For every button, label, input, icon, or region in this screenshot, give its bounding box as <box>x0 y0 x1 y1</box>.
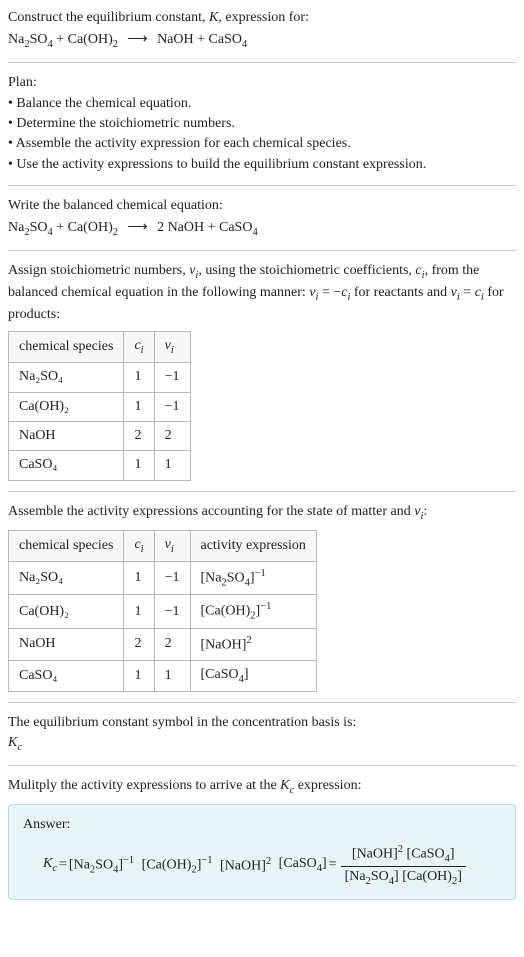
reaction-arrow-icon: ⟶ <box>121 32 153 47</box>
term-caso4: [CaSO4] <box>279 854 327 876</box>
balanced-title: Write the balanced chemical equation: <box>8 196 516 216</box>
activity-expr: [Na2SO4]−1 <box>190 561 316 595</box>
col-species: chemical species <box>9 332 124 363</box>
table-row: Na₂SO₄1−1 <box>9 363 191 392</box>
fraction-denominator: [Na2SO4] [Ca(OH)2] <box>341 867 466 889</box>
table-row: CaSO₄11 [CaSO4] <box>9 660 317 691</box>
answer-box: Answer: Kc = [Na2SO4]−1 [Ca(OH)2]−1 [NaO… <box>8 804 516 900</box>
species-na2so4: Na2SO4 <box>8 32 53 47</box>
activity-text: Assemble the activity expressions accoun… <box>8 502 516 524</box>
plan-section: Plan: • Balance the chemical equation. •… <box>8 73 516 174</box>
unbalanced-equation: Na2SO4 + Ca(OH)2 ⟶ NaOH + CaSO4 <box>8 30 516 52</box>
fraction-numerator: [NaOH]2 [CaSO4] <box>341 842 466 868</box>
activity-section: Assemble the activity expressions accoun… <box>8 502 516 692</box>
kc-symbol-section: The equilibrium constant symbol in the c… <box>8 713 516 755</box>
species-products: 2 NaOH + CaSO4 <box>157 220 258 235</box>
divider <box>8 765 516 766</box>
col-ci: ci <box>124 530 154 561</box>
term-caoh2: [Ca(OH)2]−1 <box>142 853 213 878</box>
col-activity: activity expression <box>190 530 316 561</box>
activity-expr: [CaSO4] <box>190 660 316 691</box>
plan-title: Plan: <box>8 73 516 93</box>
divider <box>8 491 516 492</box>
stoich-table: chemical species ci νi Na₂SO₄1−1 Ca(OH)₂… <box>8 331 191 480</box>
intro-line: Construct the equilibrium constant, K, e… <box>8 8 516 28</box>
reaction-arrow-icon: ⟶ <box>121 220 153 235</box>
balanced-equation: Na2SO4 + Ca(OH)2 ⟶ 2 NaOH + CaSO4 <box>8 218 516 240</box>
kc-symbol-text: The equilibrium constant symbol in the c… <box>8 713 516 733</box>
species-caoh2: + Ca(OH)2 <box>53 220 118 235</box>
table-row: NaOH22 <box>9 422 191 451</box>
species-products: NaOH + CaSO4 <box>157 32 247 47</box>
species-caoh2: + Ca(OH)2 <box>53 32 118 47</box>
table-row: Na₂SO₄1−1 [Na2SO4]−1 <box>9 561 317 595</box>
term-na2so4: [Na2SO4]−1 <box>69 853 134 878</box>
plan-bullet-3: • Assemble the activity expression for e… <box>8 134 516 154</box>
col-nui: νi <box>154 332 190 363</box>
plan-bullet-4: • Use the activity expressions to build … <box>8 155 516 175</box>
term-naoh: [NaOH]2 <box>220 854 271 877</box>
table-row: CaSO₄11 <box>9 451 191 480</box>
table-row: NaOH22 [NaOH]2 <box>9 629 317 661</box>
answer-label: Answer: <box>23 815 501 835</box>
col-species: chemical species <box>9 530 124 561</box>
table-row: Ca(OH)₂1−1 [Ca(OH)2]−1 <box>9 595 317 629</box>
intro-text-1: Construct the equilibrium constant, <box>8 10 209 25</box>
kc-lhs: Kc <box>43 854 57 876</box>
plan-bullet-1: • Balance the chemical equation. <box>8 94 516 114</box>
table-row: Ca(OH)₂1−1 <box>9 392 191 421</box>
multiply-section: Mulitply the activity expressions to arr… <box>8 776 516 900</box>
divider <box>8 702 516 703</box>
species-na2so4: Na2SO4 <box>8 220 53 235</box>
assign-text: Assign stoichiometric numbers, νi, using… <box>8 261 516 325</box>
divider <box>8 185 516 186</box>
plan-bullet-2: • Determine the stoichiometric numbers. <box>8 114 516 134</box>
table-header-row: chemical species ci νi <box>9 332 191 363</box>
divider <box>8 62 516 63</box>
divider <box>8 250 516 251</box>
table-header-row: chemical species ci νi activity expressi… <box>9 530 317 561</box>
assign-section: Assign stoichiometric numbers, νi, using… <box>8 261 516 481</box>
balanced-section: Write the balanced chemical equation: Na… <box>8 196 516 240</box>
col-ci: ci <box>124 332 154 363</box>
k-symbol: K <box>209 10 218 25</box>
activity-expr: [NaOH]2 <box>190 629 316 661</box>
activity-table: chemical species ci νi activity expressi… <box>8 530 317 692</box>
kc-symbol: Kc <box>8 733 516 755</box>
kc-expression: Kc = [Na2SO4]−1 [Ca(OH)2]−1 [NaOH]2 [CaS… <box>23 842 501 890</box>
kc-fraction: [NaOH]2 [CaSO4] [Na2SO4] [Ca(OH)2] <box>341 842 466 890</box>
activity-expr: [Ca(OH)2]−1 <box>190 595 316 629</box>
multiply-text: Mulitply the activity expressions to arr… <box>8 776 516 798</box>
intro-text-2: , expression for: <box>218 10 309 25</box>
intro-section: Construct the equilibrium constant, K, e… <box>8 8 516 52</box>
col-nui: νi <box>154 530 190 561</box>
